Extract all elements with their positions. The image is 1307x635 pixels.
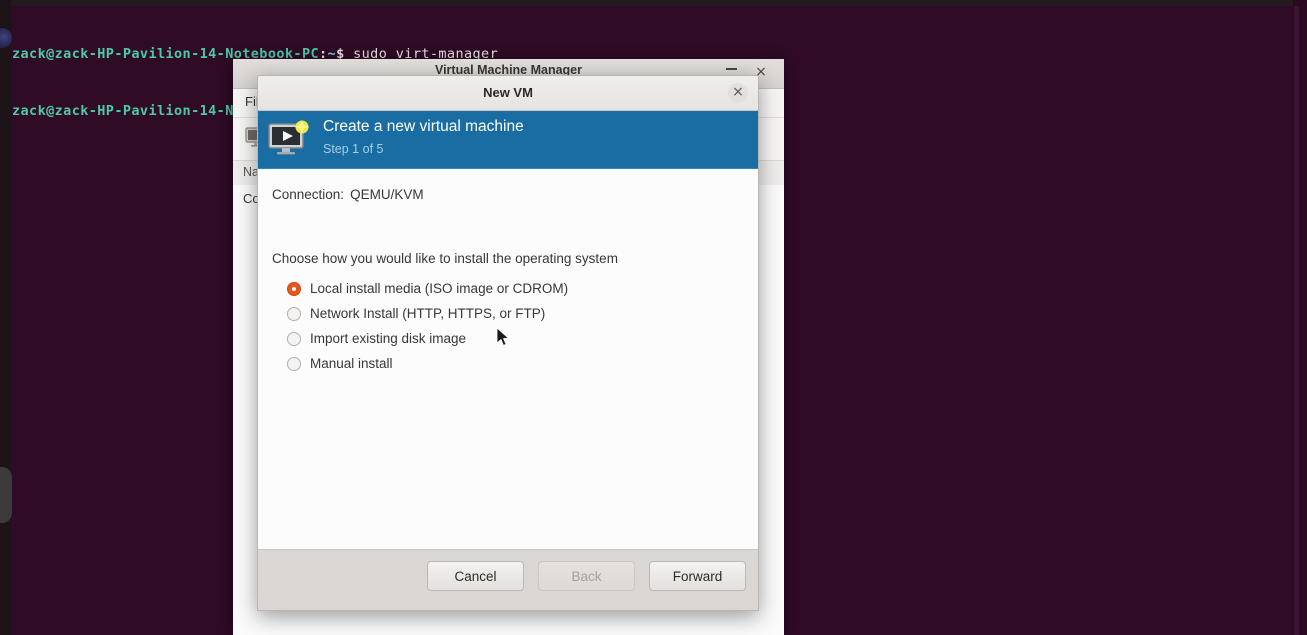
connection-label: Connection: (272, 187, 345, 202)
activities-orb-icon[interactable] (0, 28, 12, 48)
minimize-icon[interactable] (726, 68, 737, 70)
dialog-content: Connection: QEMU/KVM Choose how you would… (258, 169, 758, 550)
left-edge-strip (0, 0, 12, 635)
radio-label: Local install media (ISO image or CDROM) (310, 281, 569, 296)
radio-label: Import existing disk image (310, 331, 467, 346)
dialog-title: New VM (483, 85, 533, 100)
connection-value: QEMU/KVM (350, 187, 424, 202)
radio-unselected-icon[interactable] (287, 306, 301, 321)
terminal-scrollbar-area[interactable] (1293, 0, 1307, 635)
desktop-screen: zack@zack-HP-Pavilion-14-Notebook-PC:~$ … (0, 0, 1307, 635)
choose-install-prompt: Choose how you would like to install the… (272, 251, 618, 266)
radio-selected-icon[interactable] (287, 281, 301, 296)
radio-unselected-icon[interactable] (287, 356, 301, 371)
cancel-button[interactable]: Cancel (427, 561, 524, 591)
terminal-scrollbar-track[interactable] (1294, 6, 1299, 635)
dialog-footer: Cancel Back Forward (258, 549, 758, 610)
dialog-banner: Create a new virtual machine Step 1 of 5 (258, 111, 758, 170)
banner-step: Step 1 of 5 (323, 142, 384, 156)
virtual-machine-icon (268, 120, 310, 155)
top-panel-bar (0, 0, 1307, 6)
connection-row: Connection: QEMU/KVM (272, 187, 424, 202)
radio-label: Manual install (310, 356, 393, 371)
radio-import-existing-disk-image[interactable]: Import existing disk image (287, 326, 568, 351)
radio-local-install-media[interactable]: Local install media (ISO image or CDROM) (287, 276, 568, 301)
radio-label: Network Install (HTTP, HTTPS, or FTP) (310, 306, 546, 321)
forward-button[interactable]: Forward (649, 561, 746, 591)
dialog-close-icon[interactable]: × (728, 83, 748, 103)
radio-manual-install[interactable]: Manual install (287, 351, 568, 376)
install-method-radio-group[interactable]: Local install media (ISO image or CDROM)… (287, 276, 568, 376)
dock-handle[interactable] (0, 467, 12, 523)
radio-unselected-icon[interactable] (287, 331, 301, 346)
dialog-titlebar[interactable]: New VM × (258, 76, 758, 111)
banner-heading: Create a new virtual machine (323, 118, 524, 135)
back-button: Back (538, 561, 635, 591)
radio-network-install[interactable]: Network Install (HTTP, HTTPS, or FTP) (287, 301, 568, 326)
new-vm-dialog[interactable]: New VM × Create a new virtual machine St… (257, 75, 759, 611)
